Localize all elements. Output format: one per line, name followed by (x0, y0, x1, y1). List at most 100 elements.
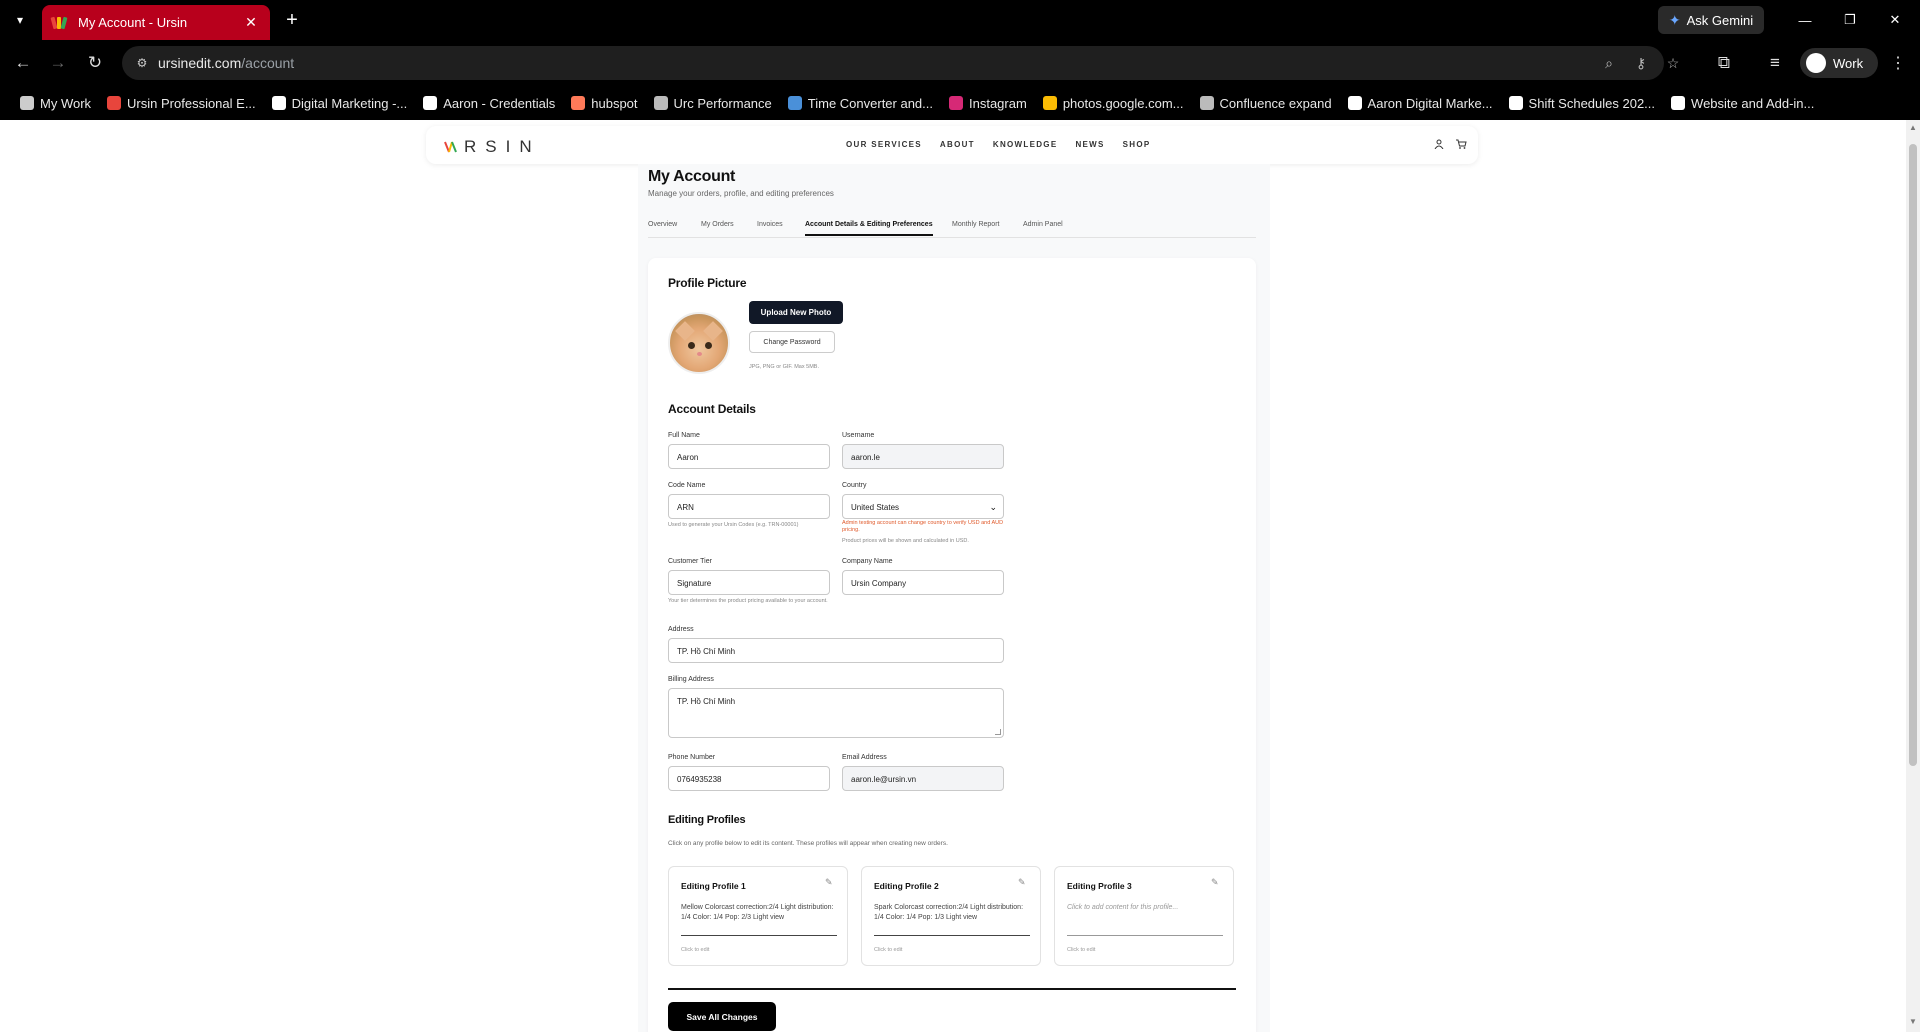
ursin-logo[interactable]: RSIN (444, 137, 541, 157)
profile-card-divider (681, 935, 837, 936)
nav-our-services[interactable]: OUR SERVICES (846, 140, 922, 149)
ask-gemini-button[interactable]: ✦ Ask Gemini (1658, 6, 1764, 34)
billing-address-label: Billing Address (668, 676, 714, 683)
zoom-icon[interactable]: ⌕ (1600, 54, 1618, 72)
profile-card-title: Editing Profile 3 (1067, 881, 1132, 891)
media-control-icon[interactable]: ≡ (1763, 51, 1787, 75)
url-text[interactable]: ursinedit.com/account (158, 55, 294, 71)
bookmark-item[interactable]: Time Converter and... (780, 90, 941, 116)
country-label: Country (842, 482, 867, 489)
bookmark-item[interactable]: Confluence expand (1192, 90, 1340, 116)
pencil-edit-icon[interactable]: ✎ (1211, 877, 1221, 887)
bookmark-item[interactable]: hubspot (563, 90, 645, 116)
profile-card-content: Spark Colorcast correction:2/4 Light dis… (874, 904, 1024, 921)
password-key-icon[interactable]: ⚷ (1632, 54, 1650, 72)
bookmark-favicon-icon (20, 96, 34, 110)
bookmark-item[interactable]: Aaron - Credentials (415, 90, 563, 116)
window-close-icon[interactable]: ✕ (1881, 8, 1909, 32)
editing-profile-card-3[interactable]: Editing Profile 3 ✎ Click to add content… (1054, 866, 1234, 966)
address-input[interactable]: TP. Hồ Chí Minh (668, 638, 1004, 663)
cart-icon[interactable] (1454, 137, 1468, 151)
active-tab[interactable]: My Account - Ursin ✕ (42, 5, 270, 40)
bookmark-item[interactable]: Urc Performance (646, 90, 780, 116)
site-info-icon[interactable]: ⚙ (134, 55, 150, 71)
page-viewport: RSIN OUR SERVICES ABOUT KNOWLEDGE NEWS S… (0, 120, 1906, 1032)
nav-knowledge[interactable]: KNOWLEDGE (993, 140, 1058, 149)
scroll-up-arrow-icon[interactable]: ▲ (1909, 124, 1917, 132)
scrollbar-thumb[interactable] (1909, 144, 1917, 766)
customer-tier-label: Customer Tier (668, 558, 712, 565)
tab-admin-panel[interactable]: Admin Panel (1023, 221, 1063, 228)
bookmark-item[interactable]: Digital Marketing -... (264, 90, 416, 116)
bookmark-favicon-icon (1671, 96, 1686, 110)
customer-tier-input[interactable]: Signature (668, 570, 830, 595)
bookmark-favicon-icon (787, 96, 802, 110)
bookmark-item[interactable]: Ursin Professional E... (99, 90, 264, 116)
editing-profile-card-2[interactable]: Editing Profile 2 ✎ Spark Colorcast corr… (861, 866, 1041, 966)
page-scrollbar[interactable]: ▲ ▼ (1906, 120, 1920, 1032)
bookmark-favicon-icon (1508, 96, 1523, 110)
tab-my-orders[interactable]: My Orders (701, 221, 734, 228)
new-tab-plus-icon[interactable]: + (280, 8, 304, 32)
browser-menu-icon[interactable]: ⋮ (1888, 51, 1908, 75)
extensions-puzzle-icon[interactable]: ⧉ (1712, 51, 1736, 75)
bookmark-favicon-icon (1199, 96, 1214, 110)
full-name-label: Full Name (668, 432, 700, 439)
nav-news[interactable]: NEWS (1075, 140, 1104, 149)
country-value: United States (851, 503, 900, 512)
username-input[interactable]: aaron.le (842, 444, 1004, 469)
profile-card-placeholder: Click to add content for this profile... (1067, 904, 1179, 911)
bookmark-favicon-icon (271, 96, 286, 110)
bookmark-label: photos.google.com... (1062, 95, 1184, 111)
bookmark-item[interactable]: Website and Add-in... (1663, 90, 1822, 116)
pencil-edit-icon[interactable]: ✎ (825, 877, 835, 887)
tab-overview[interactable]: Overview (648, 221, 677, 228)
upload-photo-button[interactable]: Upload New Photo (749, 301, 843, 324)
full-name-input[interactable]: Aaron (668, 444, 830, 469)
main-nav: OUR SERVICES ABOUT KNOWLEDGE NEWS SHOP (846, 140, 1151, 149)
tab-monthly-report[interactable]: Monthly Report (952, 221, 999, 228)
tab-invoices[interactable]: Invoices (757, 221, 783, 228)
bookmark-item[interactable]: Shift Schedules 202... (1501, 90, 1663, 116)
resize-handle-icon[interactable] (995, 729, 1001, 735)
restore-icon[interactable]: ❐ (1836, 8, 1864, 32)
phone-input[interactable]: 0764935238 (668, 766, 830, 791)
bookmark-item[interactable]: photos.google.com... (1035, 90, 1192, 116)
chevron-down-icon: ⌄ (989, 502, 997, 512)
back-arrow-icon[interactable]: ← (11, 51, 35, 75)
bookmark-label: Ursin Professional E... (127, 95, 256, 111)
section-divider (668, 988, 1236, 990)
gemini-sparkle-icon: ✦ (1668, 11, 1681, 28)
code-name-input[interactable]: ARN (668, 494, 830, 519)
pencil-edit-icon[interactable]: ✎ (1018, 877, 1028, 887)
editing-profile-card-1[interactable]: Editing Profile 1 ✎ Mellow Colorcast cor… (668, 866, 848, 966)
country-price-hint: Product prices will be shown and calcula… (842, 538, 969, 544)
address-bar[interactable]: ⚙ ursinedit.com/account ⌕ ⚷ ☆ (122, 46, 1679, 80)
user-account-icon[interactable] (1432, 137, 1446, 151)
bookmark-favicon-icon (653, 96, 668, 110)
forward-arrow-icon[interactable]: → (46, 51, 70, 75)
country-select[interactable]: United States ⌄ (842, 494, 1004, 519)
tab-search-chevron-icon[interactable]: ▾ (8, 8, 32, 32)
bookmark-favicon-icon (423, 96, 438, 110)
email-input[interactable]: aaron.le@ursin.vn (842, 766, 1004, 791)
reload-icon[interactable]: ↻ (83, 51, 107, 75)
minimize-icon[interactable]: — (1791, 8, 1819, 32)
profile-button[interactable]: Work (1800, 48, 1878, 78)
ask-gemini-label: Ask Gemini (1686, 12, 1754, 28)
scroll-down-arrow-icon[interactable]: ▼ (1909, 1018, 1917, 1026)
tab-account-details[interactable]: Account Details & Editing Preferences (805, 221, 933, 236)
bookmark-item[interactable]: Instagram (941, 90, 1035, 116)
username-label: Username (842, 432, 875, 439)
billing-address-textarea[interactable]: TP. Hồ Chí Minh (668, 688, 1004, 738)
bookmark-item[interactable]: My Work (12, 90, 99, 116)
save-all-changes-button[interactable]: Save All Changes (668, 1002, 776, 1031)
ursin-favicon-icon (50, 15, 68, 31)
bookmark-item[interactable]: Aaron Digital Marke... (1340, 90, 1501, 116)
company-name-input[interactable]: Ursin Company (842, 570, 1004, 595)
bookmark-star-icon[interactable]: ☆ (1664, 54, 1682, 72)
tab-close-icon[interactable]: ✕ (242, 14, 260, 31)
nav-about[interactable]: ABOUT (940, 140, 975, 149)
nav-shop[interactable]: SHOP (1123, 140, 1151, 149)
change-password-button[interactable]: Change Password (749, 331, 835, 353)
